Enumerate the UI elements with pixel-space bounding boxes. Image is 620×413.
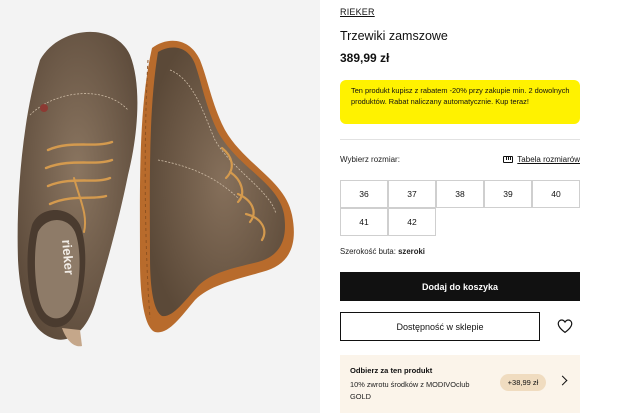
add-to-cart-button[interactable]: Dodaj do koszyka [340,272,580,301]
brand-link[interactable]: RIEKER [340,7,375,17]
size-option[interactable]: 40 [532,180,580,208]
size-option[interactable]: 37 [388,180,436,208]
size-selector-label: Wybierz rozmiar: [340,155,400,164]
club-reward-badge: +38,99 zł [500,374,546,391]
chevron-right-icon[interactable] [557,375,568,386]
size-table-label: Tabela rozmiarów [517,155,580,164]
product-price: 389,99 zł [340,51,390,65]
size-option[interactable]: 39 [484,180,532,208]
shoe-top-view: rieker [17,31,138,347]
size-option[interactable]: 42 [388,208,436,236]
product-info-panel: RIEKER Trzewiki zamszowe 389,99 zł Ten p… [340,0,580,413]
product-title: Trzewiki zamszowe [340,29,448,43]
heart-icon[interactable] [556,317,574,335]
product-gallery[interactable]: rieker [0,0,320,413]
size-option[interactable]: 36 [340,180,388,208]
shoe-side-view [139,40,294,333]
club-title: Odbierz za ten produkt [350,366,433,375]
shoe-width-label: Szerokość buta: [340,247,396,256]
shoe-width-value: szeroki [398,247,425,256]
insole-logo: rieker [59,239,77,276]
club-reward-box[interactable]: Odbierz za ten produkt 10% zwrotu środkó… [340,355,580,413]
ruler-icon [503,156,514,163]
divider [340,139,580,140]
store-availability-button[interactable]: Dostępność w sklepie [340,312,540,341]
shoe-width-info: Szerokość buta: szeroki [340,247,425,256]
product-image: rieker [17,31,294,347]
promo-banner: Ten produkt kupisz z rabatem -20% przy z… [340,80,580,124]
size-option[interactable]: 38 [436,180,484,208]
size-option[interactable]: 41 [340,208,388,236]
club-description: 10% zwrotu środków z MODIVOclub GOLD [350,380,470,401]
size-table-link[interactable]: Tabela rozmiarów [503,155,580,164]
